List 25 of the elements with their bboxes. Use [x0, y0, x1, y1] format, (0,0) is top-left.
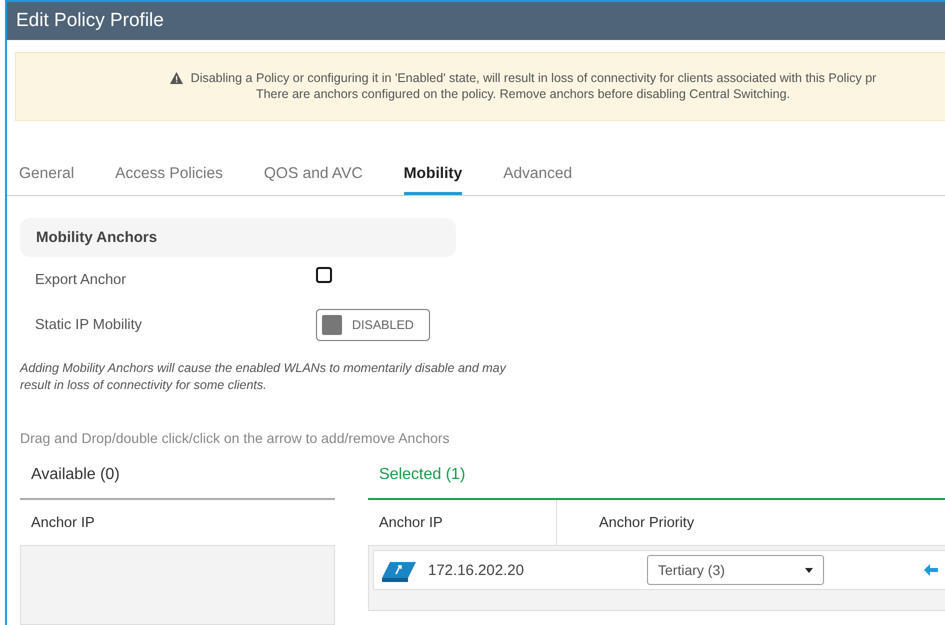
tab[interactable]: Advanced: [503, 164, 572, 195]
list-title: Available (0): [20, 466, 335, 500]
checkbox[interactable]: [316, 266, 332, 283]
anchor-row[interactable]: 172.16.202.20 Tertiary (3): [373, 550, 945, 590]
list-title: Selected (1): [368, 466, 945, 500]
tab[interactable]: General: [19, 164, 74, 195]
tab[interactable]: QOS and AVC: [264, 164, 363, 195]
column-header: Anchor IP: [378, 514, 444, 532]
field-label: Static IP Mobility: [35, 317, 143, 334]
field-label: Export Anchor: [35, 272, 128, 288]
info-note: Adding Mobility Anchors will cause the enabled WLANs to momentarily disable and may result in loss of connectivity for some clients.: [20, 360, 508, 394]
window-title: Edit Policy Profile: [7, 2, 945, 40]
hint-text: Drag and Drop/double click/click on the arrow to add/remove Anchors: [20, 430, 451, 446]
warning-text: Disabling a Policy or configuring it in 'Enabled' state, will result in loss of connectivity for clients associated with this Policy pr: [190, 71, 876, 86]
warning-text: There are anchors configured on the policy. Remove anchors before disabling Central Switching.: [256, 87, 790, 102]
warning-icon: [170, 72, 183, 84]
left-arrow-icon[interactable]: [924, 564, 938, 576]
column-header: Anchor IP: [30, 514, 96, 532]
tab[interactable]: Mobility: [404, 164, 462, 195]
tab[interactable]: Access Policies: [115, 164, 223, 195]
priority-dropdown[interactable]: Tertiary (3): [647, 555, 824, 585]
anchor-ip: 172.16.202.20: [428, 562, 525, 578]
toggle-switch[interactable]: DISABLED: [316, 309, 430, 342]
caret-icon: [805, 568, 813, 572]
section-header: Mobility Anchors: [20, 218, 456, 258]
